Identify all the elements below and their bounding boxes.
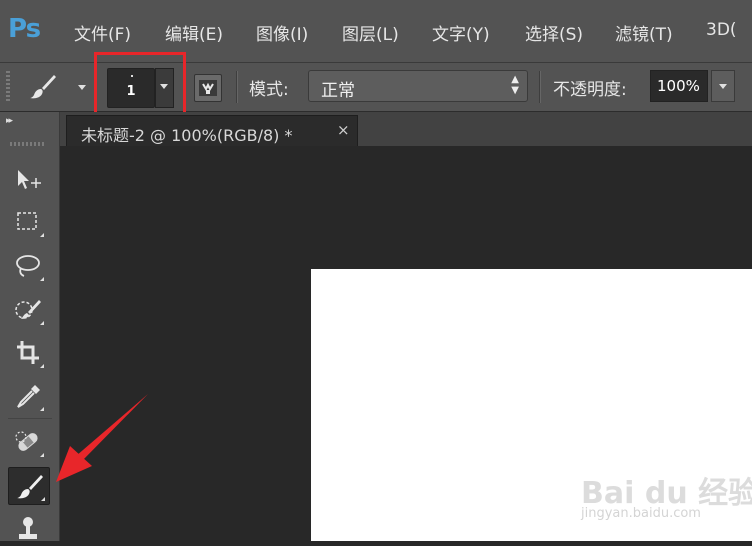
document-tab-title: 未标题-2 @ 100%(RGB/8) * — [81, 126, 293, 145]
tool-submenu-indicator — [40, 321, 44, 325]
bandage-icon — [15, 431, 38, 451]
quick-selection-icon — [15, 300, 41, 319]
collapse-panel-icon[interactable]: ▸▸ — [6, 116, 13, 126]
marquee-icon — [17, 212, 37, 230]
menu-edit[interactable]: 编辑(E) — [165, 20, 223, 45]
blend-mode-value: 正常 — [321, 81, 355, 101]
document-canvas[interactable] — [311, 269, 752, 541]
mode-label: 模式: — [249, 80, 289, 100]
opacity-input[interactable]: 100% — [650, 70, 708, 102]
quick-selection-tool[interactable] — [8, 292, 48, 328]
close-icon[interactable]: × — [337, 121, 350, 139]
photoshop-logo: Ps — [8, 14, 41, 44]
brush-preset-picker[interactable] — [28, 71, 86, 103]
brush-icon — [30, 75, 56, 99]
eyedropper-icon — [17, 385, 40, 408]
brush-panel-toggle-button[interactable] — [194, 74, 222, 102]
menu-filter[interactable]: 滤镜(T) — [615, 20, 673, 45]
opacity-dropdown[interactable] — [711, 70, 735, 102]
tool-submenu-indicator — [41, 497, 45, 501]
options-separator — [236, 71, 237, 103]
document-tab-bar: 未标题-2 @ 100%(RGB/8) * × — [60, 112, 752, 146]
tools-panel-grip[interactable] — [10, 142, 46, 146]
brush-icon — [17, 475, 43, 499]
healing-brush-tool[interactable] — [8, 424, 48, 460]
tool-submenu-indicator — [40, 453, 44, 457]
brush-panel-icon — [199, 80, 217, 96]
marquee-tool[interactable] — [8, 204, 48, 240]
blend-mode-select[interactable]: 正常 ▲ ▼ — [308, 70, 528, 102]
move-tool[interactable] — [8, 162, 48, 198]
lasso-tool[interactable] — [8, 248, 48, 284]
menu-select[interactable]: 选择(S) — [525, 20, 583, 45]
tool-submenu-indicator — [40, 233, 44, 237]
crop-icon — [17, 341, 39, 364]
lasso-icon — [16, 255, 40, 277]
tool-submenu-indicator — [40, 364, 44, 368]
brush-preset-dropdown-icon — [78, 85, 86, 90]
options-separator — [539, 71, 540, 103]
annotation-arrow — [56, 394, 148, 482]
eyedropper-tool[interactable] — [8, 378, 48, 414]
tool-submenu-indicator — [40, 407, 44, 411]
stamp-icon — [19, 517, 37, 539]
crop-tool[interactable] — [8, 335, 48, 371]
menu-type[interactable]: 文字(Y) — [432, 20, 490, 45]
document-tab[interactable]: 未标题-2 @ 100%(RGB/8) * × — [66, 115, 358, 146]
menu-layer[interactable]: 图层(L) — [342, 20, 399, 45]
menu-file[interactable]: 文件(F) — [74, 20, 131, 45]
menu-3d[interactable]: 3D( — [706, 20, 737, 40]
menu-image[interactable]: 图像(I) — [256, 20, 308, 45]
opacity-value: 100% — [657, 77, 700, 95]
opacity-label: 不透明度: — [553, 80, 627, 100]
options-bar-grip[interactable] — [6, 71, 10, 103]
tools-divider — [8, 418, 52, 419]
tool-submenu-indicator — [40, 277, 44, 281]
brush-tool[interactable] — [8, 467, 50, 505]
move-arrow-icon — [18, 170, 41, 189]
updown-arrows-icon: ▲ ▼ — [511, 74, 519, 96]
chevron-down-icon — [719, 84, 727, 89]
